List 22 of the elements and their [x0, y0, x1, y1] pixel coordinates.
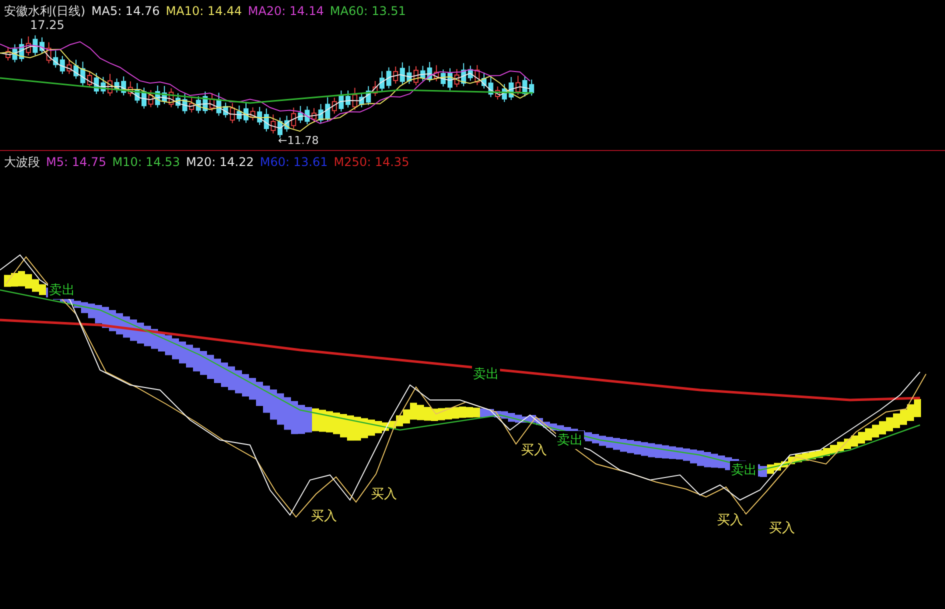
signal-label: 买入 [310, 507, 338, 525]
indicator-value: M10: 14.53 [112, 155, 180, 169]
low-price-label: ←11.78 [278, 134, 319, 147]
signal-label: 卖出 [48, 281, 76, 299]
indicator-value: MA5: 14.76 [91, 4, 160, 18]
signal-label: 卖出 [472, 365, 500, 383]
indicator-value: M60: 13.61 [260, 155, 328, 169]
chart-title: 安徽水利(日线) [4, 2, 86, 20]
indicator-value: M5: 14.75 [46, 155, 106, 169]
indicator-value: M20: 14.22 [186, 155, 254, 169]
indicator-value: M250: 14.35 [334, 155, 410, 169]
signal-label: 卖出 [556, 431, 584, 449]
signal-label: 买入 [768, 519, 796, 537]
indicator-title: 大波段 [4, 154, 40, 170]
indicator-value: MA60: 13.51 [330, 4, 406, 18]
signal-label: 买入 [370, 485, 398, 503]
signal-label: 买入 [520, 441, 548, 459]
high-price-label: 17.25 [30, 18, 64, 32]
signal-label: 买入 [716, 511, 744, 529]
indicator-value: MA10: 14.44 [166, 4, 242, 18]
signal-label: 卖出 [730, 461, 758, 479]
indicator-value: MA20: 14.14 [248, 4, 324, 18]
